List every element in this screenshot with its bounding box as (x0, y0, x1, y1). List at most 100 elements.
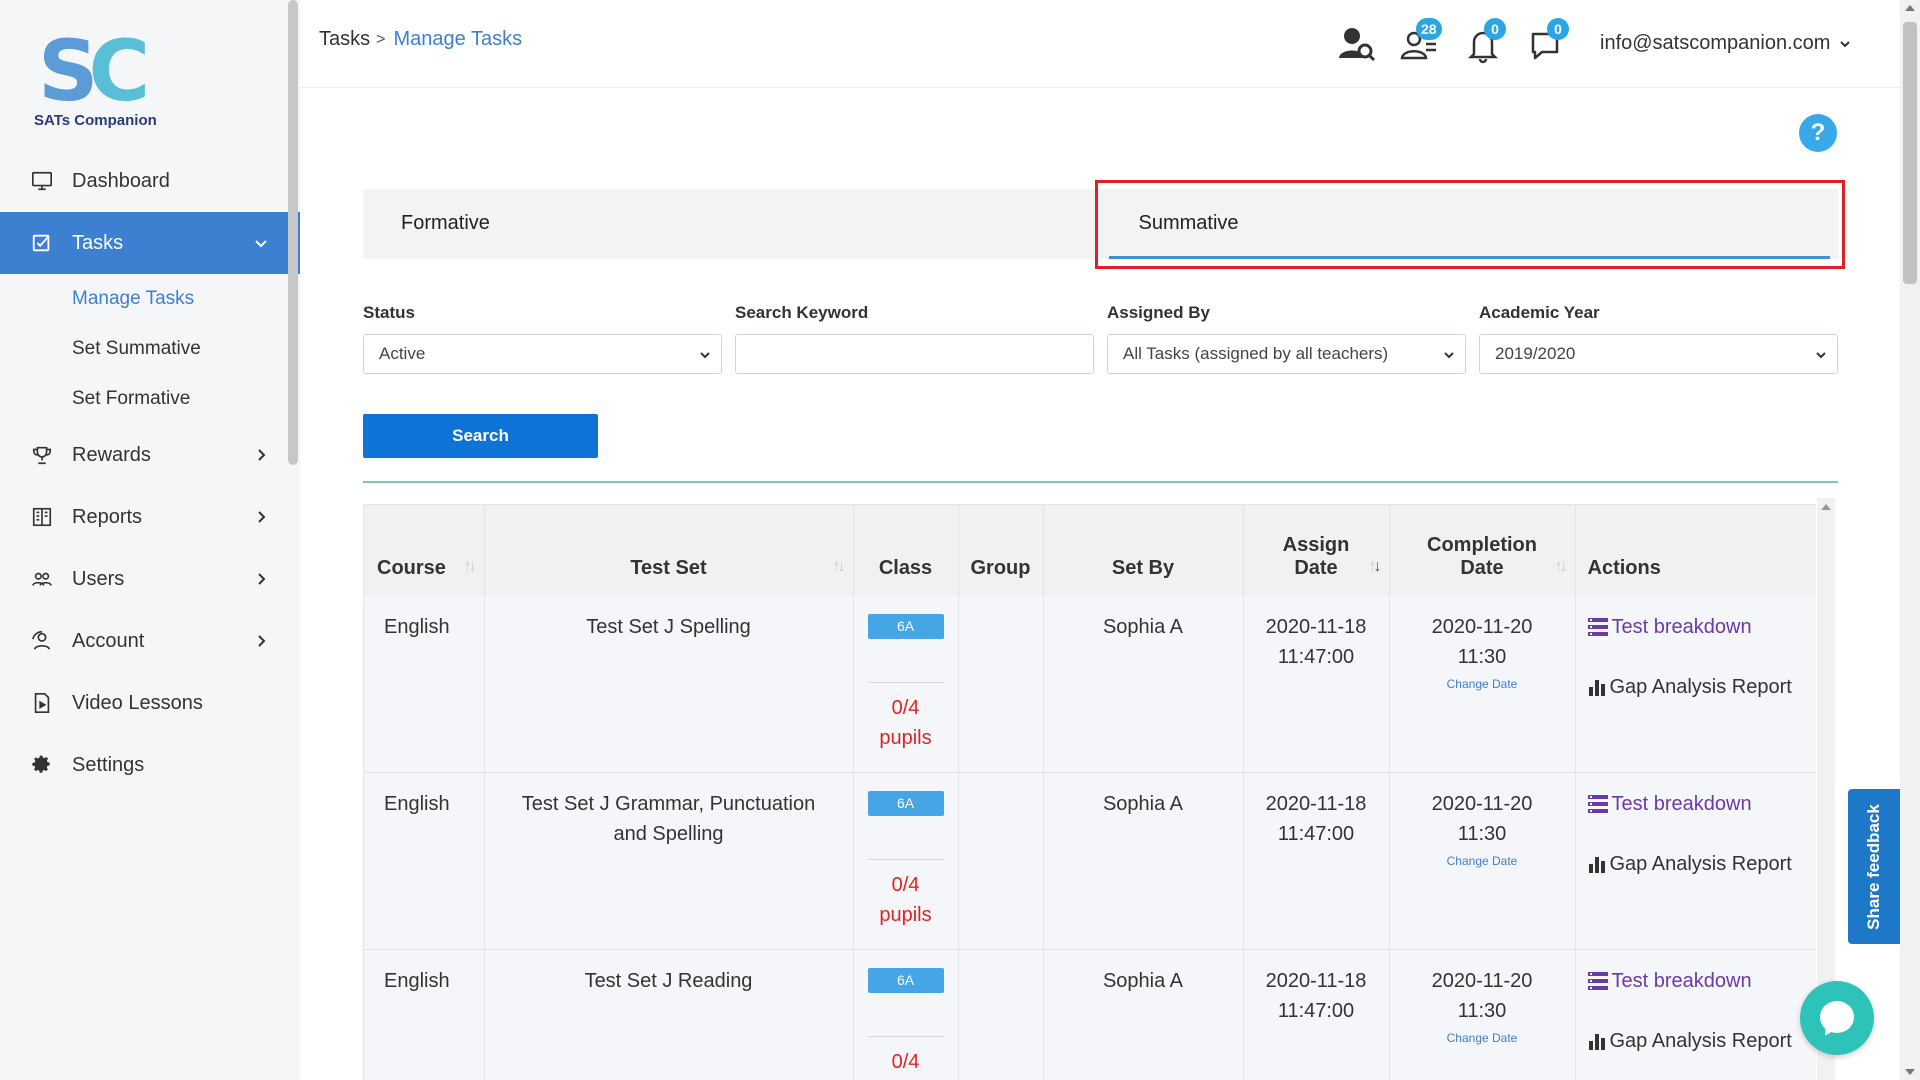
col-label: Date (1460, 556, 1504, 579)
help-button[interactable]: ? (1799, 114, 1837, 152)
cell-actions: Test breakdown Gap Analysis Report (1575, 595, 1817, 773)
col-completion-date[interactable]: Completion Date ↑↓ (1389, 504, 1576, 596)
gap-analysis-link[interactable]: Gap Analysis Report (1588, 672, 1817, 702)
col-test-set[interactable]: Test Set ↑↓ (484, 504, 854, 596)
test-breakdown-link[interactable]: Test breakdown (1587, 789, 1817, 819)
cell-group (958, 595, 1044, 773)
pupils-label: pupils (879, 726, 932, 749)
academic-year-value: 2019/2020 (1495, 344, 1576, 363)
sidebar-item-dashboard[interactable]: Dashboard (0, 150, 300, 212)
assigned-by-select[interactable]: All Tasks (assigned by all teachers) (1107, 334, 1466, 374)
sidebar-item-users[interactable]: Users (0, 548, 300, 610)
class-badge[interactable]: 6A (867, 791, 944, 816)
sidebar-item-label: Tasks (72, 231, 124, 254)
sidebar-scrollbar[interactable] (288, 0, 298, 465)
col-label: Assign (1282, 533, 1350, 556)
tab-summative[interactable]: Summative (1101, 189, 1839, 259)
col-set-by: Set By (1043, 504, 1244, 596)
sidebar-item-rewards[interactable]: Rewards (0, 424, 300, 486)
list-icon (1587, 617, 1608, 636)
chevron-right-icon (258, 573, 266, 585)
keyword-label: Search Keyword (735, 303, 869, 322)
list-icon (1587, 972, 1608, 990)
gap-analysis-link[interactable]: Gap Analysis Report (1588, 849, 1817, 879)
col-label: Class (878, 556, 933, 579)
assigned-by-value: All Tasks (assigned by all teachers) (1123, 344, 1389, 363)
pupils-count: 0/4 (891, 696, 920, 719)
notifications-button[interactable]: 0 (1462, 18, 1506, 64)
sidebar-subitem-set-formative[interactable]: Set Formative (0, 374, 300, 424)
cell-test-set: Test Set J Grammar, Punctuation and Spel… (484, 772, 854, 950)
scroll-up-arrow-icon[interactable] (1905, 5, 1915, 11)
gear-icon (30, 753, 54, 777)
test-breakdown-link[interactable]: Test breakdown (1587, 966, 1817, 996)
assign-date: 2020-11-18 (1265, 615, 1367, 638)
scroll-up-arrow-icon[interactable] (1821, 504, 1831, 510)
class-separator (867, 1036, 944, 1037)
sidebar-item-label: Users (72, 567, 125, 590)
scroll-down-arrow-icon[interactable] (1905, 1069, 1915, 1075)
cell-group (958, 949, 1044, 1080)
user-email: info@satscompanion.com (1600, 32, 1831, 54)
change-date-link[interactable]: Change Date (1390, 1028, 1575, 1048)
academic-year-label: Academic Year (1479, 303, 1600, 322)
assigned-by-filter: Assigned By All Tasks (assigned by all t… (1107, 303, 1466, 374)
cell-set-by: Sophia A (1043, 949, 1244, 1080)
sidebar-item-video-lessons[interactable]: Video Lessons (0, 672, 300, 734)
cell-completion-date: 2020-11-20 11:30 Change Date (1389, 772, 1576, 950)
status-select[interactable]: Active (363, 334, 722, 374)
sidebar-subitem-manage-tasks[interactable]: Manage Tasks (0, 274, 300, 324)
monitor-icon (30, 169, 54, 193)
cell-assign-date: 2020-11-18 11:47:00 (1243, 595, 1390, 773)
cell-assign-date: 2020-11-18 11:47:00 (1243, 949, 1390, 1080)
cell-test-set: Test Set J Spelling (484, 595, 854, 773)
logo[interactable]: SC SATs Companion (30, 26, 170, 136)
sort-icon: ↑↓ (832, 557, 846, 575)
col-assign-date[interactable]: Assign Date ↑↓ (1243, 504, 1390, 596)
assign-date: 2020-11-18 (1265, 970, 1367, 992)
sidebar-item-tasks[interactable]: Tasks (0, 212, 300, 274)
change-date-link[interactable]: Change Date (1390, 851, 1575, 871)
bar-chart-icon (1588, 679, 1605, 696)
sidebar-item-account[interactable]: Account (0, 610, 300, 672)
users-notification-button[interactable]: 28 (1398, 18, 1442, 64)
col-label: Set By (1111, 556, 1175, 579)
cell-course: English (364, 949, 485, 1080)
sidebar-item-reports[interactable]: Reports (0, 486, 300, 548)
completion-date: 2020-11-20 (1431, 793, 1533, 815)
col-actions: Actions (1575, 504, 1816, 596)
share-feedback-button[interactable]: Share feedback (1848, 789, 1900, 944)
change-date-link[interactable]: Change Date (1390, 674, 1575, 694)
class-badge[interactable]: 6A (867, 968, 944, 993)
sidebar-item-settings[interactable]: Settings (0, 734, 300, 796)
user-menu[interactable]: info@satscompanion.com (1600, 32, 1852, 55)
status-filter: Status Active (363, 303, 722, 374)
breadcrumb-root[interactable]: Tasks (319, 28, 370, 51)
sidebar-item-label: Video Lessons (72, 691, 203, 714)
chat-launcher-button[interactable] (1800, 981, 1874, 1055)
assign-time: 11:47:00 (1277, 1000, 1355, 1022)
assign-date: 2020-11-18 (1265, 793, 1367, 815)
pupils-count: 0/4 (891, 1051, 920, 1073)
academic-year-select[interactable]: 2019/2020 (1479, 334, 1838, 374)
messages-button[interactable]: 0 (1525, 18, 1569, 64)
notifications-badge: 0 (1484, 18, 1506, 40)
search-user-button[interactable] (1335, 22, 1377, 64)
breadcrumb: Tasks > Manage Tasks (319, 28, 522, 51)
search-button[interactable]: Search (363, 414, 598, 458)
academic-year-filter: Academic Year 2019/2020 (1479, 303, 1838, 374)
scrollbar-thumb[interactable] (1903, 22, 1917, 284)
class-badge[interactable]: 6A (867, 613, 944, 639)
tab-formative[interactable]: Formative (363, 189, 1101, 259)
assign-time: 11:47:00 (1277, 823, 1355, 845)
completion-date: 2020-11-20 (1431, 970, 1533, 992)
col-course[interactable]: Course ↑↓ (364, 504, 485, 596)
sort-icon: ↑↓ (1554, 557, 1568, 575)
tasks-icon (30, 231, 54, 255)
col-class: Class (853, 504, 959, 596)
test-breakdown-link[interactable]: Test breakdown (1587, 612, 1817, 642)
keyword-input[interactable] (735, 334, 1094, 374)
page-scrollbar[interactable] (1900, 0, 1920, 1080)
sidebar-subitem-set-summative[interactable]: Set Summative (0, 324, 300, 374)
gap-analysis-link[interactable]: Gap Analysis Report (1588, 1026, 1817, 1056)
